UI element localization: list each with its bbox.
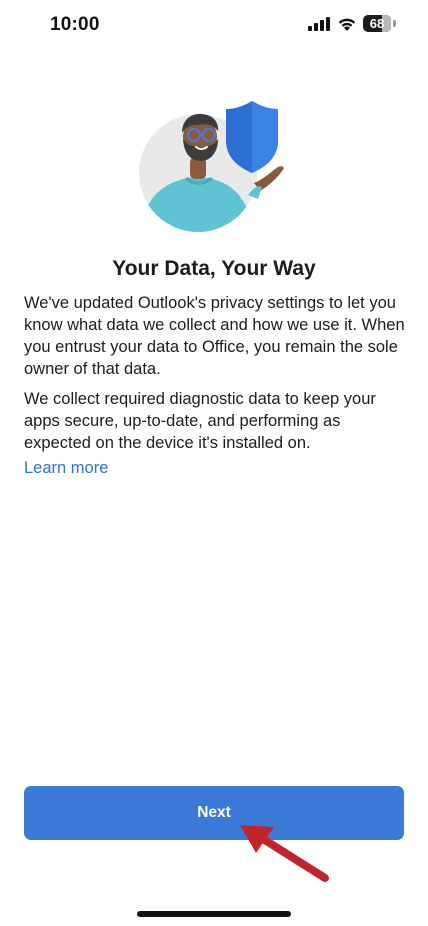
- next-button[interactable]: Next: [24, 786, 404, 840]
- learn-more-link[interactable]: Learn more: [24, 459, 108, 478]
- status-bar: 10:00 68: [0, 0, 428, 50]
- privacy-illustration: [130, 95, 300, 240]
- status-time: 10:00: [50, 14, 100, 35]
- battery-icon: 68: [363, 15, 397, 33]
- battery-level: 68: [369, 16, 385, 31]
- diagnostic-description: We collect required diagnostic data to k…: [24, 390, 376, 452]
- page-title: Your Data, Your Way: [112, 257, 316, 280]
- privacy-description: We've updated Outlook's privacy settings…: [24, 294, 405, 378]
- battery-cap: [393, 20, 396, 27]
- wifi-icon: [337, 16, 357, 37]
- home-indicator[interactable]: [137, 911, 291, 917]
- signal-icon: [308, 17, 330, 36]
